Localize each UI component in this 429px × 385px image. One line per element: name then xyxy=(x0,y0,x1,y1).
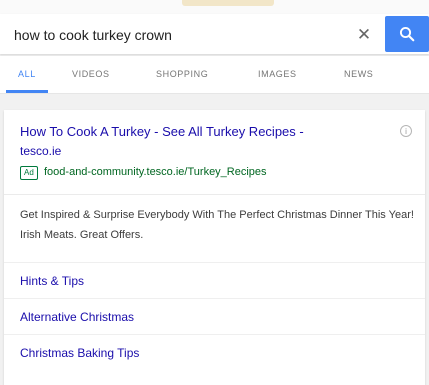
sitelink-christmas-baking-tips[interactable]: Christmas Baking Tips xyxy=(20,346,139,360)
ad-display-url: food-and-community.tesco.ie/Turkey_Recip… xyxy=(44,166,267,178)
tab-shopping[interactable]: SHOPPING xyxy=(156,69,208,79)
search-tabs: ALL VIDEOS SHOPPING IMAGES NEWS xyxy=(0,56,429,94)
tab-news[interactable]: NEWS xyxy=(344,69,373,79)
ad-title-link[interactable]: How To Cook A Turkey - See All Turkey Re… xyxy=(20,124,304,139)
sitelink-hints-tips[interactable]: Hints & Tips xyxy=(20,274,84,288)
logo-fragment xyxy=(182,0,274,6)
top-strip xyxy=(0,0,429,14)
tab-images[interactable]: IMAGES xyxy=(258,69,297,79)
sitelink-alternative-christmas[interactable]: Alternative Christmas xyxy=(20,310,134,324)
ad-result-card: How To Cook A Turkey - See All Turkey Re… xyxy=(4,110,425,385)
card-divider xyxy=(4,194,425,195)
sitelink-divider xyxy=(4,298,425,299)
search-bar: ✕ xyxy=(0,14,429,54)
close-icon: ✕ xyxy=(356,25,372,44)
tab-videos[interactable]: VIDEOS xyxy=(72,69,110,79)
info-icon[interactable]: i xyxy=(400,125,412,137)
ad-domain[interactable]: tesco.ie xyxy=(20,144,61,158)
search-results-page: ✕ ALL VIDEOS SHOPPING IMAGES NEWS How To… xyxy=(0,0,429,385)
ad-badge: Ad xyxy=(20,166,38,180)
tab-all[interactable]: ALL xyxy=(18,69,36,79)
search-button[interactable] xyxy=(385,16,429,52)
search-icon xyxy=(399,26,415,42)
ad-description: Get Inspired & Surprise Everybody With T… xyxy=(20,209,414,241)
sitelink-divider xyxy=(4,334,425,335)
search-input[interactable] xyxy=(14,24,334,46)
clear-search-button[interactable]: ✕ xyxy=(352,23,376,47)
sitelink-divider xyxy=(4,262,425,263)
active-tab-indicator xyxy=(6,90,48,93)
